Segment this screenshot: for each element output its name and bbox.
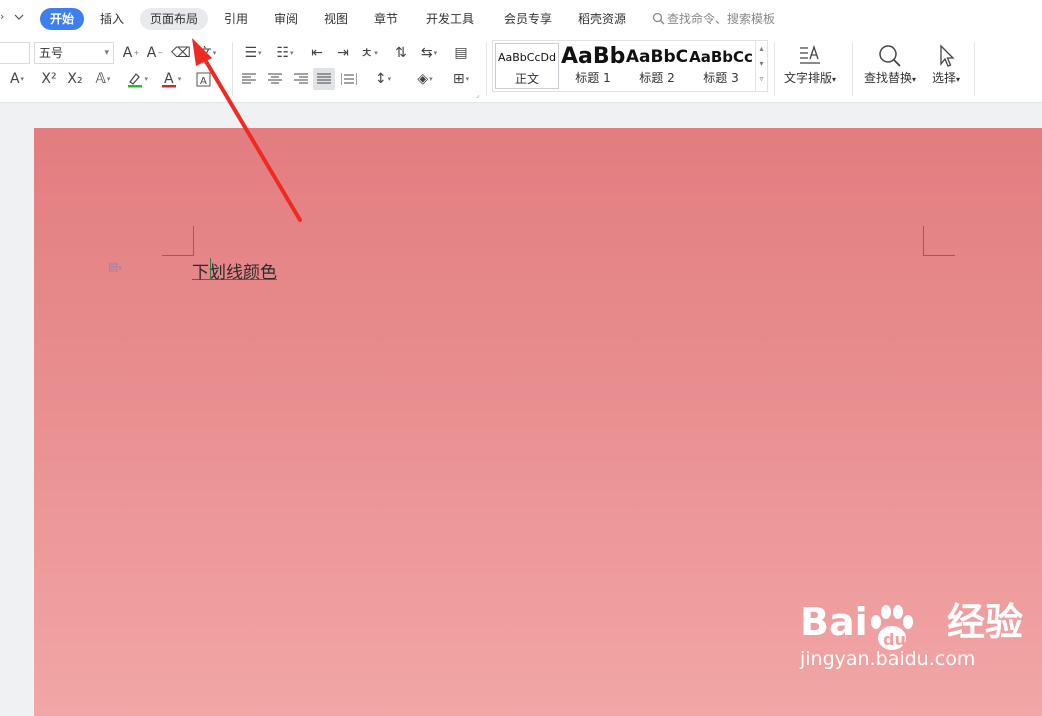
tab-chapter[interactable]: 章节: [364, 8, 408, 30]
text-layout-button[interactable]: 文字排版▾: [784, 42, 836, 88]
superscript-icon[interactable]: X²: [38, 68, 60, 90]
search-icon: [652, 12, 665, 25]
separator: [974, 42, 975, 96]
tab-references[interactable]: 引用: [214, 8, 258, 30]
command-search-text: 查找命令、搜索模板: [667, 12, 776, 26]
decrease-indent-icon[interactable]: ⇤: [306, 42, 328, 64]
font-size-select[interactable]: 五号 ▾: [34, 42, 114, 64]
style-heading-2[interactable]: AaBbC 标题 2: [625, 43, 689, 89]
style-heading-3[interactable]: AaBbCc 标题 3: [689, 43, 753, 89]
text-cursor: [210, 258, 211, 279]
ruler-icon[interactable]: ▤: [450, 42, 472, 64]
style-sample: AaBbCc: [689, 48, 753, 66]
style-sample: AaBbC: [625, 47, 689, 67]
styles-gallery: AaBbCcDd 正文 AaBb 标题 1 AaBbC 标题 2 AaBbCc …: [492, 40, 768, 92]
increase-indent-icon[interactable]: ⇥: [332, 42, 354, 64]
style-sample: AaBbCcDd: [498, 51, 556, 64]
watermark: Bai 经验 du jingyan.baidu.com: [800, 600, 1023, 672]
line-spacing-icon[interactable]: ↕ ▾: [372, 68, 394, 90]
character-border-icon[interactable]: A: [192, 68, 214, 90]
shading-icon[interactable]: ◈ ▾: [414, 68, 436, 90]
svg-text:A: A: [164, 71, 174, 87]
style-name: 标题 1: [575, 71, 611, 85]
text-layout-label: 文字排版: [784, 71, 833, 85]
svg-text:A: A: [200, 76, 207, 87]
phonetic-guide-icon[interactable]: 文 ▾: [196, 42, 218, 64]
paragraph-layout-icon[interactable]: ▤▾: [108, 260, 122, 273]
style-name: 标题 3: [703, 71, 739, 85]
style-name: 正文: [514, 72, 539, 86]
tab-view[interactable]: 视图: [314, 8, 358, 30]
command-search[interactable]: 查找命令、搜索模板: [652, 8, 775, 30]
style-normal[interactable]: AaBbCcDd 正文: [495, 43, 559, 89]
subscript-icon[interactable]: X₂: [64, 68, 86, 90]
highlight-color-icon[interactable]: ▾: [126, 68, 148, 90]
align-left-icon[interactable]: [238, 68, 260, 90]
chinese-layout-icon[interactable]: ㅊ ▾: [358, 42, 380, 64]
tab-review[interactable]: 审阅: [264, 8, 308, 30]
chevron-down-icon[interactable]: ▾: [756, 56, 767, 71]
find-replace-button[interactable]: 查找替换▾: [864, 42, 916, 88]
sort-icon[interactable]: ⇅: [390, 42, 412, 64]
font-size-value: 五号: [39, 46, 64, 60]
tab-home[interactable]: 开始: [40, 8, 85, 30]
separator: [774, 42, 775, 96]
paw-icon: du: [871, 605, 913, 650]
ribbon: › 开始 插入 页面布局 引用 审阅 视图 章节 开发工具 会员专享 稻壳资源 …: [0, 0, 1042, 103]
text-effect-icon[interactable]: A ▾: [6, 68, 28, 90]
select-button[interactable]: 选择▾: [932, 42, 960, 88]
separator: [486, 42, 487, 96]
borders-icon[interactable]: ⊞ ▾: [450, 68, 472, 90]
style-name: 标题 2: [639, 71, 675, 85]
chevron-up-icon[interactable]: ▴: [756, 41, 767, 56]
font-name-select[interactable]: [0, 42, 30, 64]
margin-corner-left: [162, 226, 194, 256]
clear-format-icon[interactable]: ⌫: [170, 42, 192, 64]
numbered-list-icon[interactable]: ☷ ▾: [274, 42, 296, 64]
text-layout-icon: [800, 45, 821, 64]
tab-member[interactable]: 会员专享: [494, 8, 562, 30]
text-outline-icon[interactable]: 𝔸 ▾: [92, 68, 114, 90]
chevron-down-icon: ▾: [104, 48, 109, 58]
ribbon-tabs: 开始 插入 页面布局 引用 审阅 视图 章节 开发工具 会员专享 稻壳资源: [0, 8, 1042, 32]
search-icon: [879, 45, 901, 67]
paragraph-direction-icon[interactable]: ⇆ ▾: [418, 42, 440, 64]
distributed-align-icon[interactable]: [338, 68, 360, 90]
bullet-list-icon[interactable]: ☰ ▾: [242, 42, 264, 64]
style-heading-1[interactable]: AaBb 标题 1: [561, 43, 625, 89]
cursor-icon: [940, 44, 955, 67]
font-color-icon[interactable]: A ▾: [160, 68, 182, 90]
separator: [232, 42, 233, 96]
separator: [852, 42, 853, 96]
style-sample: AaBb: [561, 44, 625, 69]
select-label: 选择: [932, 71, 957, 85]
svg-text:du: du: [883, 630, 906, 649]
align-center-icon[interactable]: [264, 68, 286, 90]
tab-developer[interactable]: 开发工具: [416, 8, 484, 30]
tab-docer-resources[interactable]: 稻壳资源: [568, 8, 636, 30]
styles-scroll[interactable]: ▴ ▾ ▿: [755, 41, 767, 91]
find-replace-label: 查找替换: [864, 71, 913, 85]
align-right-icon[interactable]: [290, 68, 312, 90]
grow-font-icon[interactable]: A +: [120, 42, 142, 64]
tab-insert[interactable]: 插入: [90, 8, 134, 30]
document-text[interactable]: 下划线颜色: [192, 258, 277, 283]
margin-corner-right: [923, 226, 955, 256]
justify-icon[interactable]: [313, 68, 335, 90]
dialog-launcher-icon[interactable]: ⌟: [476, 91, 479, 99]
tab-page-layout[interactable]: 页面布局: [140, 8, 209, 30]
shrink-font-icon[interactable]: A −: [144, 42, 166, 64]
expand-gallery-icon[interactable]: ▿: [756, 71, 767, 86]
